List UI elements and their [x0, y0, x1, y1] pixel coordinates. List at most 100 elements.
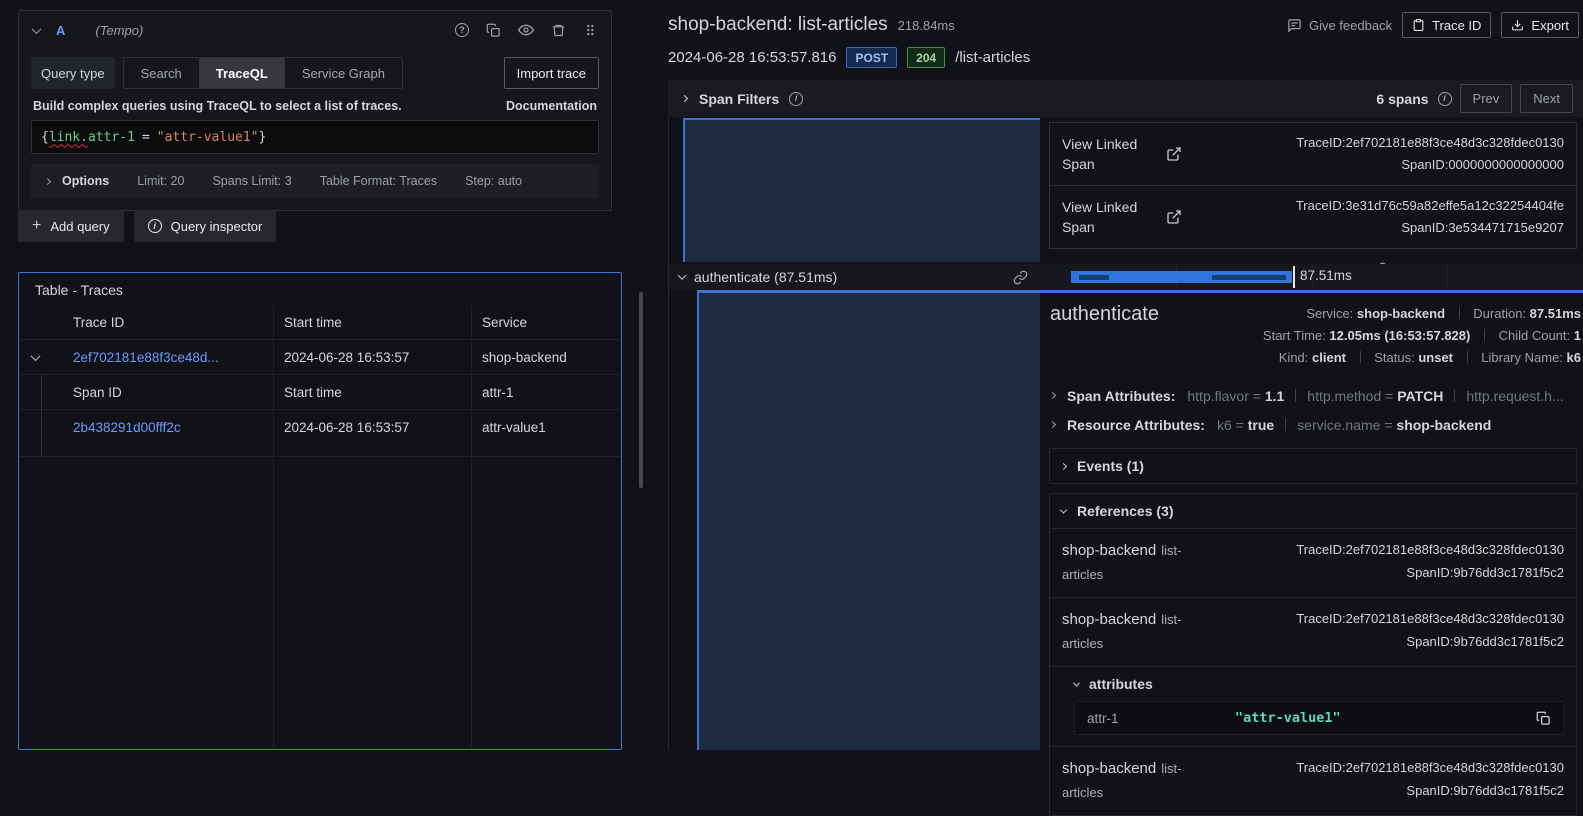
query-inspector-button[interactable]: i Query inspector [134, 210, 277, 242]
trace-id-link[interactable]: 2ef702181e88f3ce48d... [73, 350, 219, 365]
split-pane-resizer[interactable] [639, 292, 643, 488]
linked-trace-id: TraceID:3e31d76c59a82effe5a12c32254404fe [1296, 198, 1564, 213]
references-collapse-icon [1060, 506, 1067, 513]
col-start-time: Start time [273, 305, 471, 340]
span-id-link[interactable]: 2b438291d00fff2c [73, 420, 181, 435]
hide-response-eye-icon[interactable] [518, 22, 534, 38]
request-path: /list-articles [955, 49, 1030, 66]
span-link-icon[interactable] [1013, 270, 1028, 285]
export-button[interactable]: Export [1501, 12, 1579, 38]
import-trace-button[interactable]: Import trace [504, 57, 599, 89]
linked-spans-box: View Linked Span TraceID:2ef702181e88f3c… [1049, 122, 1577, 249]
table-row[interactable]: 2e57d5ed39dca261f6f... 2024-06-28 16:53:… [19, 457, 621, 750]
attribute-key: attr-1 [1087, 711, 1235, 726]
resource-attributes-label[interactable]: Resource Attributes: [1067, 417, 1205, 433]
plus-icon: + [32, 217, 41, 235]
attr-key: http.method [1307, 388, 1381, 404]
span-count: 6 spans [1376, 91, 1428, 107]
traceql-query-input[interactable]: {link.attr-1="attr-value1"} [31, 120, 599, 154]
subcol-attr-1: attr-1 [471, 375, 621, 410]
query-type-label: Query type [31, 57, 115, 89]
view-linked-span-label[interactable]: View Linked Span [1062, 197, 1164, 238]
collapse-row-icon[interactable] [31, 351, 41, 361]
attr-key: service.name [1297, 417, 1380, 433]
start-time-cell: 2024-06-28 16:53:56 [273, 457, 471, 750]
resource-attributes-expand-icon[interactable] [1050, 421, 1056, 428]
delete-query-icon[interactable] [551, 23, 566, 38]
events-label: Events (1) [1077, 458, 1144, 474]
reference-service: shop-backend [1062, 611, 1156, 628]
span-attributes-label[interactable]: Span Attributes: [1067, 388, 1175, 404]
linked-trace-id: TraceID:2ef702181e88f3ce48d3c328fdec0130 [1296, 135, 1564, 150]
span-filters-label[interactable]: Span Filters [699, 91, 779, 107]
external-link-icon[interactable] [1166, 146, 1182, 162]
reference-row[interactable]: shop-backendlist-articles TraceID:2ef702… [1050, 529, 1576, 598]
prev-span-button[interactable]: Prev [1460, 84, 1513, 113]
option-spans-limit: Spans Limit: 3 [212, 174, 291, 188]
copy-value-icon[interactable] [1536, 711, 1551, 726]
query-type-radio-group: Search TraceQL Service Graph [123, 57, 403, 89]
documentation-link[interactable]: Documentation [506, 99, 597, 113]
subcol-span-id: Span ID [63, 375, 273, 410]
reference-row[interactable]: shop-backendlist-articles TraceID:2ef702… [1050, 598, 1576, 667]
add-query-button[interactable]: + Add query [18, 210, 124, 242]
reference-service: shop-backend [1062, 760, 1156, 777]
span-duration-bar[interactable] [1071, 271, 1292, 283]
panel-title: Table - Traces [19, 273, 621, 305]
references-toggle[interactable]: References (3) [1050, 494, 1576, 529]
query-token: { [41, 130, 49, 145]
span-filters-expand-icon[interactable] [681, 95, 688, 102]
clipboard-icon [1412, 18, 1425, 32]
events-expand-icon [1060, 462, 1067, 469]
span-row-label[interactable]: authenticate (87.51ms) [694, 269, 837, 285]
view-linked-span-row[interactable]: View Linked Span TraceID:3e31d76c59a82ef… [1050, 185, 1576, 248]
trace-timestamp: 2024-06-28 16:53:57.816 [668, 49, 836, 66]
reference-ids: TraceID:2ef702181e88f3ce48d3c328fdec0130… [1296, 757, 1564, 805]
references-label: References (3) [1077, 503, 1174, 519]
span-count-info-icon: i [1438, 92, 1452, 106]
span-row-authenticate[interactable]: authenticate (87.51ms) 87.51ms [669, 264, 1583, 290]
stat-label: Child Count: [1499, 328, 1571, 343]
copy-query-icon[interactable] [486, 23, 501, 38]
linked-span-ids: TraceID:3e31d76c59a82effe5a12c32254404fe… [1296, 195, 1564, 239]
tab-traceql[interactable]: TraceQL [199, 58, 285, 88]
subtable-row[interactable]: 2b438291d00fff2c 2024-06-28 16:53:57 att… [19, 410, 621, 445]
collapse-query-icon[interactable] [32, 24, 42, 34]
reference-attributes-toggle[interactable]: attributes [1074, 676, 1564, 692]
view-linked-span-row[interactable]: View Linked Span TraceID:2ef702181e88f3c… [1050, 123, 1576, 185]
drag-handle-icon[interactable] [583, 22, 597, 38]
next-span-button[interactable]: Next [1520, 84, 1573, 113]
stat-value: k6 [1567, 350, 1581, 365]
external-link-icon[interactable] [1166, 209, 1182, 225]
view-linked-span-label[interactable]: View Linked Span [1062, 134, 1164, 175]
resource-attributes-row: Resource Attributes: k6 = true service.n… [1050, 410, 1583, 439]
table-row-expanded[interactable]: 2ef702181e88f3ce48d... 2024-06-28 16:53:… [19, 340, 621, 375]
reference-span-id: SpanID:9b76dd3c1781f5c2 [1406, 783, 1564, 798]
reference-span-id: SpanID:9b76dd3c1781f5c2 [1406, 565, 1564, 580]
status-code-badge: 204 [907, 47, 945, 68]
query-token: = [142, 130, 150, 145]
reference-attributes-section: attributes attr-1 "attr-value1" [1050, 667, 1576, 747]
trace-id-button[interactable]: Trace ID [1402, 12, 1491, 38]
query-token: "attr-value1" [157, 130, 259, 145]
attr-key: http.flavor [1187, 388, 1248, 404]
service-cell: shop-backend [471, 457, 621, 750]
service-cell: shop-backend [471, 340, 621, 375]
traces-table-panel: Table - Traces Trace ID Start time Servi… [18, 272, 622, 750]
stat-label: Kind: [1279, 350, 1309, 365]
events-toggle[interactable]: Events (1) [1050, 449, 1576, 483]
give-feedback-link[interactable]: Give feedback [1287, 18, 1392, 33]
span-stats: Service: shop-backend Duration: 87.51ms … [1263, 303, 1581, 369]
options-expand-icon[interactable] [44, 177, 51, 184]
span-attributes-expand-icon[interactable] [1050, 392, 1056, 399]
options-label[interactable]: Options [62, 174, 109, 188]
tab-search[interactable]: Search [124, 58, 199, 88]
reference-row[interactable]: shop-backendlist-articles TraceID:2ef702… [1050, 747, 1576, 815]
tab-service-graph[interactable]: Service Graph [285, 58, 402, 88]
span-timeline: 87.51ms [1040, 264, 1583, 290]
query-token: } [259, 130, 267, 145]
span-collapse-icon[interactable] [678, 271, 686, 279]
span-detail-section: authenticate Service: shop-backend Durat… [697, 290, 1583, 750]
stat-label: Duration: [1473, 306, 1526, 321]
help-icon[interactable]: ? [455, 23, 469, 37]
